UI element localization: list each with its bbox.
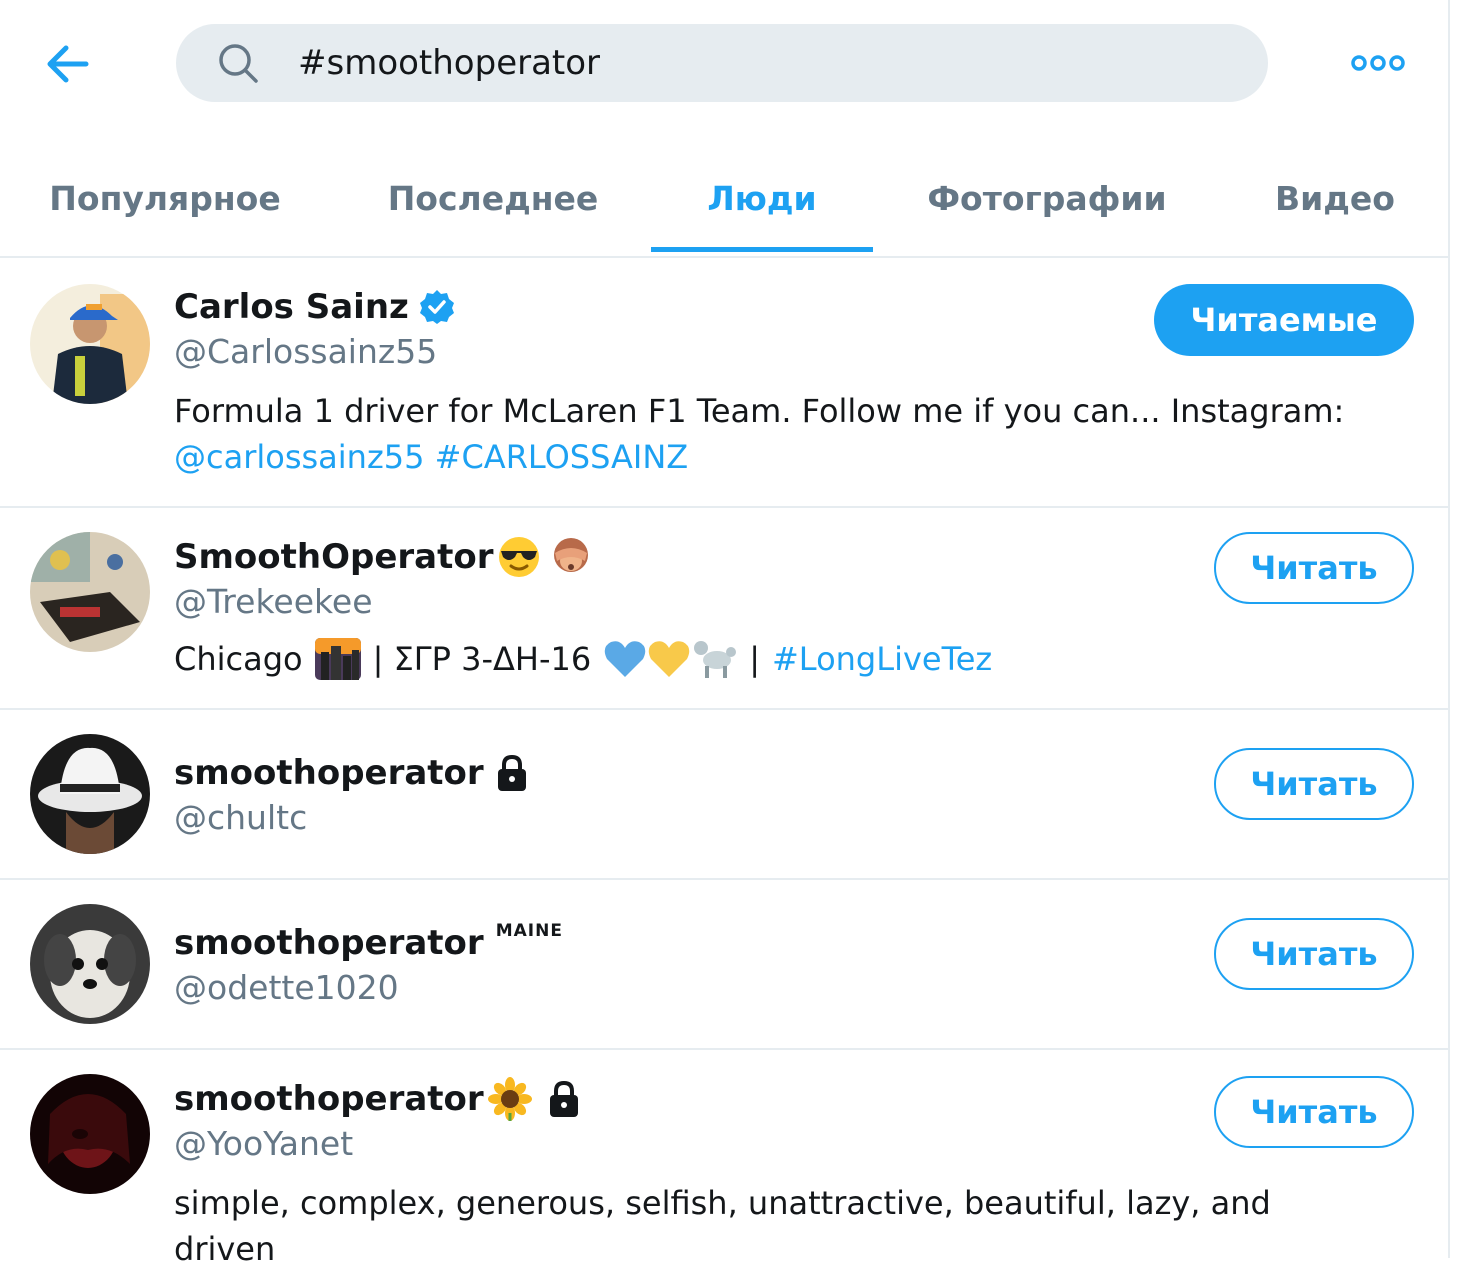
follow-button[interactable]: Читать xyxy=(1214,532,1414,604)
search-input[interactable] xyxy=(296,42,1200,84)
button-label: Читать xyxy=(1250,935,1378,973)
user-name[interactable]: Carlos Sainz xyxy=(174,284,455,330)
avatar[interactable] xyxy=(30,532,150,652)
tab-videos[interactable]: Видео xyxy=(1262,140,1408,256)
user-name-text: smoothoperator xyxy=(174,753,484,793)
tab-people[interactable]: Люди xyxy=(651,140,873,256)
more-icon xyxy=(1351,55,1405,71)
arrow-left-icon xyxy=(47,45,89,83)
search-tabs: Популярное Последнее Люди Фотографии Вид… xyxy=(0,140,1450,258)
user-name-text: smoothoperator xyxy=(174,1079,484,1119)
bio-hashtag-link[interactable]: #LongLiveTez xyxy=(772,636,992,682)
sunglasses-face-icon xyxy=(499,537,540,577)
user-handle[interactable]: @chultc xyxy=(174,798,307,837)
tab-label: Фотографии xyxy=(927,178,1167,218)
follow-button[interactable]: Читать xyxy=(1214,918,1414,990)
user-bio: Formula 1 driver for McLaren F1 Team. Fo… xyxy=(174,388,1374,480)
follow-button[interactable]: Читать xyxy=(1214,748,1414,820)
back-button[interactable] xyxy=(40,36,96,92)
bio-text: Formula 1 driver for McLaren F1 Team. Fo… xyxy=(174,392,1345,430)
lock-icon xyxy=(549,1080,578,1117)
bio-mention-link[interactable]: @carlossainz55 xyxy=(174,438,424,476)
tab-label: Популярное xyxy=(49,178,281,218)
user-handle[interactable]: @YooYanet xyxy=(174,1124,353,1163)
user-row[interactable]: smoothoperator @chultc Читать xyxy=(0,710,1450,880)
user-name[interactable]: smoothoperator xyxy=(174,750,532,796)
lock-icon xyxy=(497,754,526,791)
follow-button[interactable]: Читать xyxy=(1214,1076,1414,1148)
tab-label: Последнее xyxy=(387,178,599,218)
user-handle[interactable]: @Carlossainz55 xyxy=(174,332,437,371)
avatar[interactable] xyxy=(30,284,150,404)
bio-separator: | xyxy=(749,640,760,678)
user-row[interactable]: smoothoperator MAINE @odette1020 Читать xyxy=(0,880,1450,1050)
city-skyline-icon xyxy=(314,638,361,680)
tab-label: Люди xyxy=(707,178,817,218)
avatar[interactable] xyxy=(30,904,150,1024)
tab-top[interactable]: Популярное xyxy=(40,140,290,256)
sunflower-icon xyxy=(487,1077,532,1121)
button-label: Читать xyxy=(1250,765,1378,803)
more-button[interactable] xyxy=(1350,46,1406,80)
user-row[interactable]: smoothoperator @YooYanet simple, complex… xyxy=(0,1050,1450,1268)
bio-hashtag-link[interactable]: #CARLOSSAINZ xyxy=(435,438,689,476)
yellow-heart-icon xyxy=(648,641,690,677)
user-name[interactable]: smoothoperator xyxy=(174,1076,584,1122)
bio-text: Chicago xyxy=(174,640,303,678)
poodle-icon xyxy=(694,641,737,678)
avatar[interactable] xyxy=(30,734,150,854)
user-handle[interactable]: @Trekeekee xyxy=(174,582,373,621)
user-name[interactable]: SmoothOperator xyxy=(174,534,593,580)
avatar[interactable] xyxy=(30,1074,150,1194)
user-name-text: SmoothOperator xyxy=(174,537,494,577)
search-bar[interactable] xyxy=(176,24,1268,102)
search-icon xyxy=(219,44,258,83)
user-name-text: Carlos Sainz xyxy=(174,287,409,327)
user-name[interactable]: smoothoperator MAINE xyxy=(174,920,563,966)
user-bio: Chicago | ΣΓΡ 3-ΔΗ-16 | #LongLiveTez xyxy=(174,636,1374,682)
bio-text: | ΣΓΡ 3-ΔΗ-16 xyxy=(372,640,592,678)
see-no-evil-monkey-icon xyxy=(554,538,589,572)
button-label: Читать xyxy=(1250,549,1378,587)
following-button[interactable]: Читаемые xyxy=(1154,284,1414,356)
tab-photos[interactable]: Фотографии xyxy=(918,140,1176,256)
tab-label: Видео xyxy=(1275,178,1395,218)
user-row[interactable]: SmoothOperator @Trekeekee Chicago | ΣΓΡ … xyxy=(0,508,1450,710)
user-handle[interactable]: @odette1020 xyxy=(174,968,399,1007)
user-name-suffix: MAINE xyxy=(495,921,563,941)
button-label: Читаемые xyxy=(1190,301,1378,339)
button-label: Читать xyxy=(1250,1093,1378,1131)
tab-latest[interactable]: Последнее xyxy=(380,140,606,256)
user-bio: simple, complex, generous, selfish, unat… xyxy=(174,1184,1271,1268)
user-name-text: smoothoperator xyxy=(174,923,484,963)
blue-heart-icon xyxy=(604,641,646,677)
verified-badge-icon xyxy=(419,290,454,324)
user-row[interactable]: Carlos Sainz @Carlossainz55 Formula 1 dr… xyxy=(0,258,1450,508)
